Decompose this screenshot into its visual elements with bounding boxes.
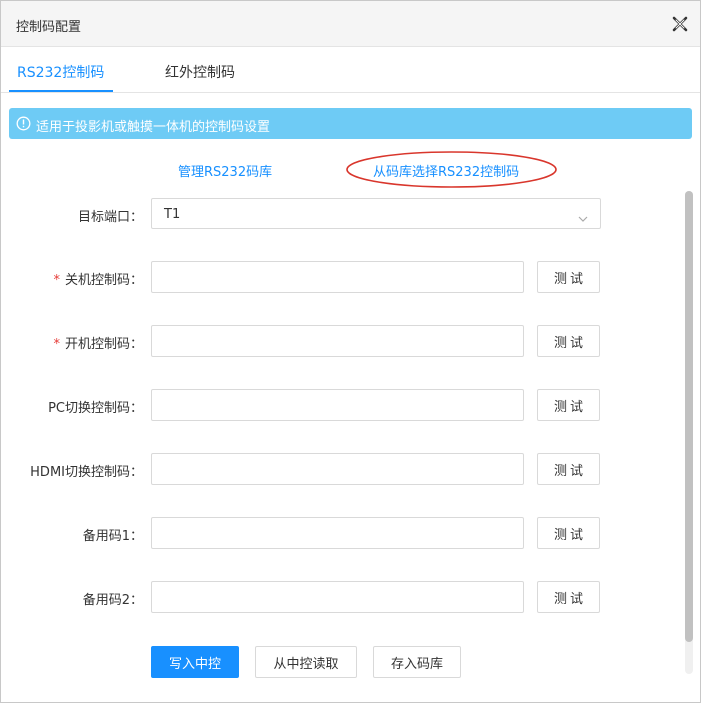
read-from-controller-button[interactable]: 从中控读取	[255, 646, 357, 678]
pc-switch-code-input[interactable]	[151, 389, 524, 421]
manage-rs232-library-link[interactable]: 管理RS232码库	[178, 161, 272, 180]
tab-rs232[interactable]: RS232控制码	[17, 62, 104, 82]
target-port-value: T1	[164, 207, 181, 222]
tab-infrared[interactable]: 红外控制码	[165, 62, 235, 82]
dialog-title: 控制码配置	[16, 20, 82, 35]
hdmi-switch-test-button[interactable]: 测试	[537, 453, 600, 485]
close-icon[interactable]	[671, 15, 689, 33]
backup-code-1-label: 备用码1：	[82, 529, 143, 544]
backup-2-test-button[interactable]: 测试	[537, 581, 600, 613]
pc-switch-code-label: PC切换控制码：	[48, 401, 143, 416]
shutdown-test-button[interactable]: 测试	[537, 261, 600, 293]
write-to-controller-button[interactable]: 写入中控	[151, 646, 239, 678]
hdmi-switch-code-label: HDMI切换控制码：	[30, 465, 143, 480]
poweron-code-label: * 开机控制码：	[53, 337, 143, 352]
pc-switch-test-button[interactable]: 测试	[537, 389, 600, 421]
info-circle-icon	[16, 116, 31, 131]
select-from-library-link[interactable]: 从码库选择RS232控制码	[373, 161, 519, 180]
shutdown-code-input[interactable]	[151, 261, 524, 293]
required-mark: *	[53, 273, 60, 288]
control-code-dialog: 控制码配置 RS232控制码 红外控制码 适用于投影机或触摸一体机的控制码设置 …	[0, 0, 701, 703]
info-alert: 适用于投影机或触摸一体机的控制码设置	[9, 108, 692, 139]
poweron-test-button[interactable]: 测试	[537, 325, 600, 357]
hdmi-switch-code-input[interactable]	[151, 453, 524, 485]
backup-code-2-label: 备用码2：	[82, 593, 143, 608]
backup-code-1-input[interactable]	[151, 517, 524, 549]
target-port-select[interactable]: T1	[151, 198, 601, 229]
save-to-library-button[interactable]: 存入码库	[373, 646, 461, 678]
backup-1-test-button[interactable]: 测试	[537, 517, 600, 549]
backup-code-2-input[interactable]	[151, 581, 524, 613]
required-mark: *	[53, 337, 60, 352]
target-port-label: 目标端口：	[77, 210, 143, 225]
poweron-code-input[interactable]	[151, 325, 524, 357]
tab-bar: RS232控制码 红外控制码	[1, 47, 700, 93]
dialog-titlebar: 控制码配置	[1, 1, 700, 47]
scrollbar-thumb[interactable]	[685, 191, 693, 642]
active-tab-indicator	[9, 90, 113, 92]
chevron-down-icon	[578, 211, 588, 222]
shutdown-code-label: * 关机控制码：	[53, 273, 143, 288]
alert-text: 适用于投影机或触摸一体机的控制码设置	[36, 120, 271, 135]
